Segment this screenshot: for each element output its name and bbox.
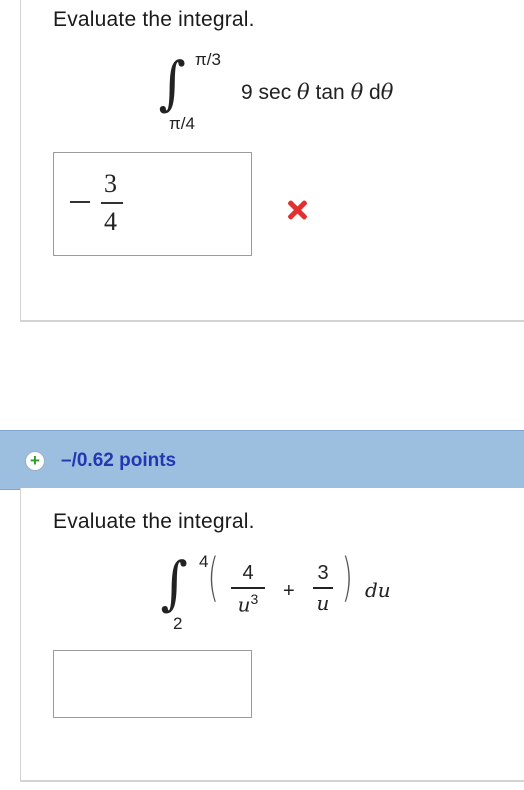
plus-operator: +: [283, 580, 295, 602]
integral-lower-limit: π/4: [169, 114, 195, 133]
incorrect-x-icon: [285, 198, 309, 222]
term2-denominator: u: [316, 590, 330, 615]
term1-numerator: 4: [242, 562, 254, 584]
integral-sign-icon: ∫: [160, 549, 188, 617]
fraction-bar: [101, 202, 123, 204]
right-paren: ): [341, 548, 353, 608]
plus-circle-icon[interactable]: +: [25, 451, 45, 471]
integral-upper-limit: π/3: [195, 50, 221, 69]
question-prompt: Evaluate the integral.: [53, 510, 255, 533]
answer-field[interactable]: 3 4: [53, 152, 252, 256]
question-prompt: Evaluate the integral.: [53, 8, 255, 31]
term1-denominator: u3: [237, 590, 259, 617]
question-2-header: + –/0.62 points: [0, 430, 524, 490]
differential: du: [365, 578, 391, 602]
question-card-2: Evaluate the integral. 4 ∫ 2 ( 4 u3 + 3 …: [20, 488, 524, 782]
term2-fraction: 3 u: [313, 562, 333, 616]
points-label: –/0.62 points: [61, 450, 177, 471]
minus-sign: [70, 201, 90, 203]
term2-numerator: 3: [317, 562, 329, 584]
integral-lower-limit: 2: [173, 614, 183, 633]
fraction-bar: [313, 587, 333, 589]
fraction-bar: [231, 587, 265, 589]
question-card-1: Evaluate the integral. π/3 ∫ π/4 9 sec θ…: [20, 0, 524, 322]
answer-numerator: 3: [104, 169, 117, 198]
integral-sign-icon: ∫: [158, 49, 186, 117]
term1-fraction: 4 u3: [231, 562, 265, 617]
answer-input[interactable]: [53, 650, 252, 718]
answer-denominator: 4: [104, 207, 117, 236]
left-paren: (: [207, 548, 219, 608]
integrand-expression: 9 sec θ tan θ dθ: [241, 80, 394, 104]
